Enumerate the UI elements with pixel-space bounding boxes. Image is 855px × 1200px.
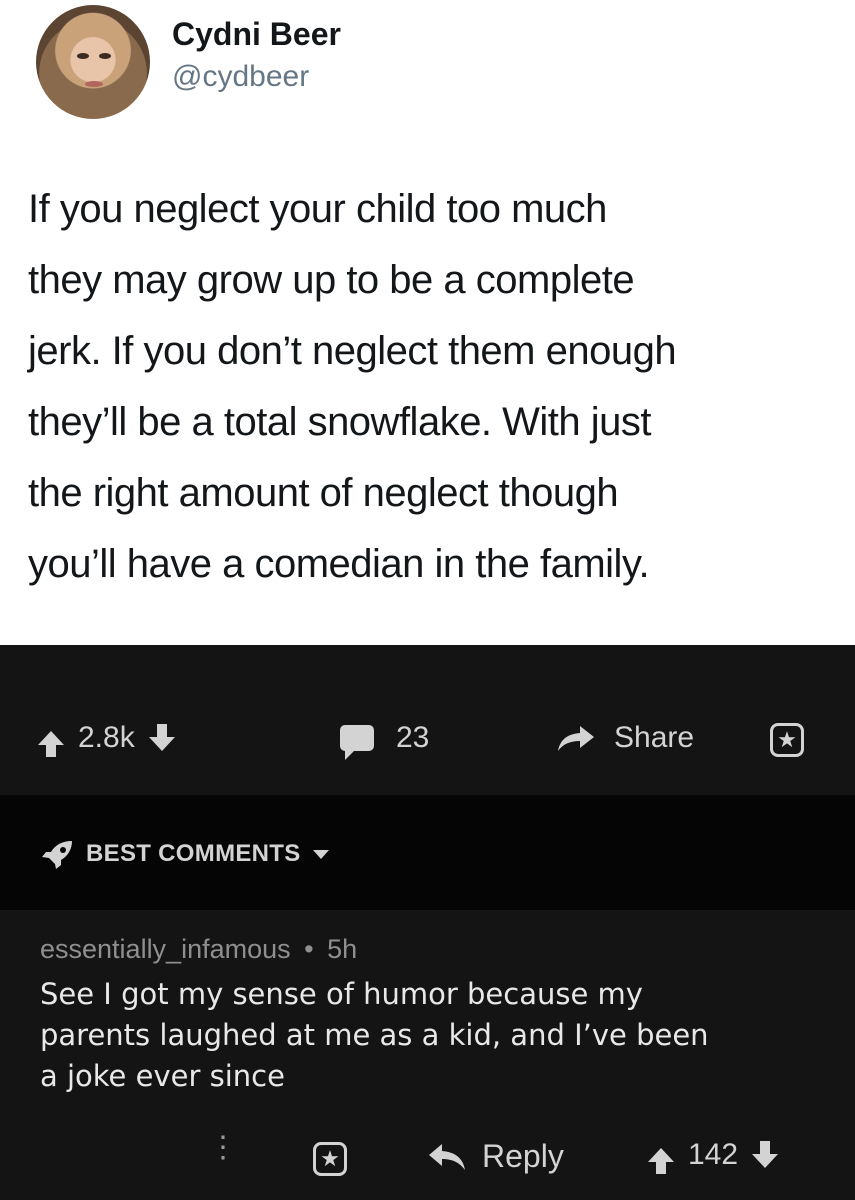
comment-vote-group: 142 [648, 1138, 779, 1174]
more-options-icon[interactable]: ⋮ [208, 1133, 238, 1163]
arrow-up-icon[interactable] [648, 1148, 674, 1174]
comment-author[interactable]: essentially_infamous [40, 934, 291, 964]
award-button[interactable]: ★ [770, 723, 804, 757]
share-arrow-icon [558, 726, 594, 751]
tweet-handle[interactable]: @cydbeer [172, 60, 309, 94]
avatar-eye [77, 53, 89, 59]
rocket-icon [42, 841, 72, 869]
comment-count: 23 [396, 721, 430, 754]
chevron-down-icon [312, 849, 329, 859]
comment-meta: essentially_infamous • 5h [40, 934, 357, 965]
post-score: 2.8k [78, 721, 135, 754]
comments-button[interactable]: 23 [340, 721, 430, 760]
reply-arrow-icon [429, 1143, 465, 1170]
post-action-bar: 2.8k 23 Share ★ [0, 645, 855, 795]
sort-dropdown[interactable]: BEST COMMENTS [40, 839, 329, 869]
arrow-down-icon[interactable] [148, 724, 175, 751]
avatar[interactable] [36, 5, 150, 119]
tweet-display-name[interactable]: Cydni Beer [172, 16, 341, 53]
meta-separator: • [304, 934, 314, 964]
comment: essentially_infamous • 5h See I got my s… [0, 910, 855, 1200]
comment-body: See I got my sense of humor because my p… [40, 977, 709, 1093]
tweet-text: If you neglect your child too much they … [28, 187, 677, 586]
chat-bubble-icon [340, 725, 374, 760]
arrow-up-icon[interactable] [38, 731, 64, 757]
comment-sort-bar: BEST COMMENTS [0, 795, 855, 910]
arrow-down-icon[interactable] [752, 1141, 779, 1168]
avatar-mouth [85, 81, 103, 87]
avatar-eye [99, 53, 111, 59]
reply-label: Reply [482, 1138, 564, 1174]
comment-age: 5h [327, 934, 358, 964]
reply-button[interactable]: Reply [428, 1138, 564, 1175]
comment-score: 142 [688, 1138, 739, 1171]
award-icon[interactable]: ★ [313, 1142, 347, 1176]
post-vote-group: 2.8k [38, 721, 175, 757]
share-button[interactable]: Share [556, 721, 694, 755]
comment-action-bar: ⋮ ★ Reply 142 [0, 1133, 855, 1188]
tweet-card: Cydni Beer @cydbeer If you neglect your … [0, 0, 855, 645]
share-label: Share [614, 721, 695, 754]
sort-label: BEST COMMENTS [86, 840, 301, 867]
award-icon: ★ [770, 723, 804, 757]
